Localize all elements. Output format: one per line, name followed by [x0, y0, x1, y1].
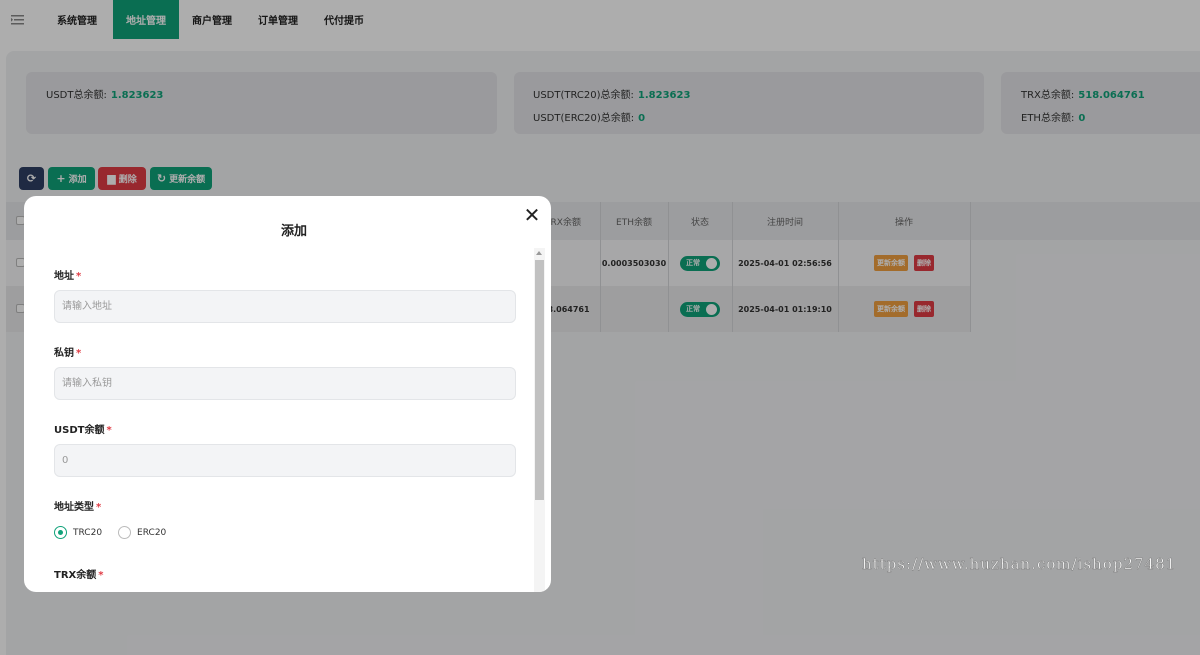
address-input[interactable] [54, 290, 516, 323]
radio-erc20[interactable]: ERC20 [118, 526, 166, 539]
radio-unchecked-icon [118, 526, 132, 539]
trx-balance-label: TRX余额 * [54, 570, 104, 581]
modal-scrollbar[interactable] [534, 248, 545, 592]
modal-title: 添加 [280, 224, 307, 239]
private-key-input[interactable] [54, 367, 516, 400]
radio-checked-icon [54, 526, 67, 539]
watermark-text: https://www.huzhan.com/ishop27481 [862, 555, 1177, 573]
scrollbar-thumb[interactable] [535, 260, 544, 500]
address-label: 地址 * [54, 271, 82, 282]
usdt-balance-label: USDT余额 * [54, 425, 112, 436]
private-key-label: 私钥 * [54, 348, 82, 359]
usdt-balance-input[interactable] [54, 444, 516, 477]
close-icon[interactable]: ✕ [523, 205, 541, 225]
scroll-up-icon[interactable] [536, 251, 542, 255]
address-type-radio-group: TRC20 ERC20 [54, 526, 182, 539]
address-type-label: 地址类型 * [54, 502, 102, 513]
radio-trc20[interactable]: TRC20 [54, 526, 102, 539]
add-address-modal: 添加 ✕ 地址* 私钥* USDT余额* 地址类型* TRC20 ERC20 T… [24, 196, 551, 592]
